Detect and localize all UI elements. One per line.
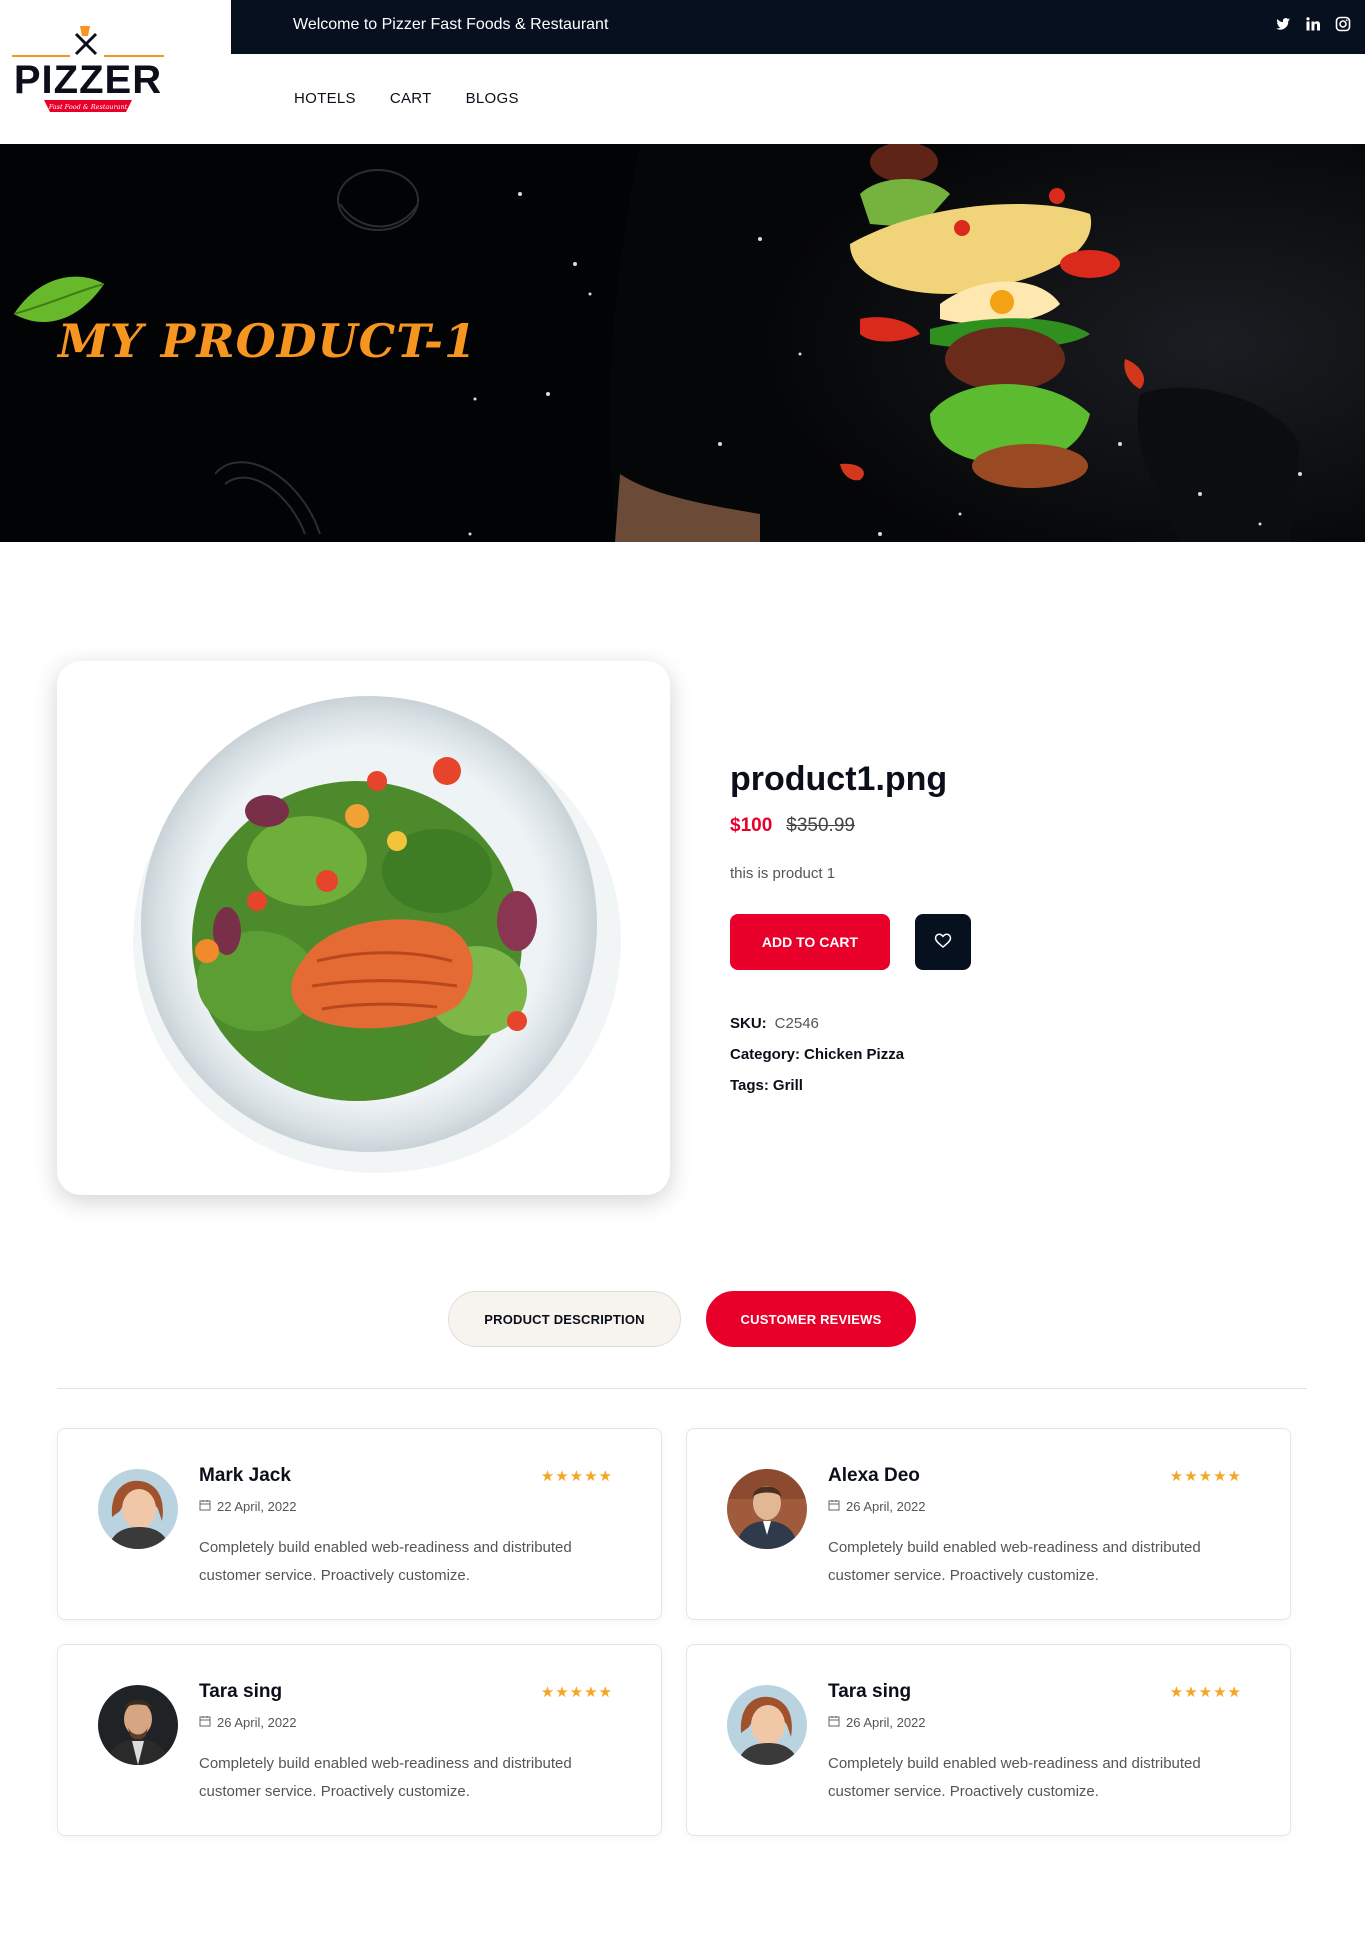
sku-label: SKU: [730,1015,767,1032]
review-date: 26 April, 2022 [199,1715,297,1730]
tags-row: Tags: Grill [730,1070,1290,1101]
site-header: PIZZER Fast Food & Restaurant Welcome to… [0,0,1365,144]
section-divider [57,1388,1307,1389]
avatar [98,1469,178,1549]
avatar [727,1685,807,1765]
review-card: Mark Jack ★★★★★ 22 April, 2022 Completel… [57,1428,662,1620]
heart-icon [934,932,952,953]
tag-link[interactable]: Grill [773,1077,803,1094]
rating-stars: ★★★★★ [1169,1468,1242,1485]
linkedin-icon[interactable] [1305,16,1321,32]
review-date: 22 April, 2022 [199,1499,297,1514]
product-meta: SKU: C2546 Category: Chicken Pizza Tags: Gr… [730,1008,1290,1101]
review-text: Completely build enabled web-readiness a… [199,1539,572,1584]
review-text: Completely build enabled web-readiness a… [199,1755,572,1800]
calendar-icon [828,1499,840,1514]
product-actions: ADD TO CART [730,914,1290,970]
calendar-icon [828,1715,840,1730]
social-links [1275,16,1351,32]
sku-value: C2546 [774,1015,819,1032]
calendar-icon [199,1715,211,1730]
review-card: Alexa Deo ★★★★★ 26 April, 2022 Completel… [686,1428,1291,1620]
price-row: $100 $350.99 [730,815,1290,837]
review-date: 26 April, 2022 [828,1715,926,1730]
reviewer-name: Mark Jack [199,1465,291,1486]
brand-logo[interactable]: PIZZER Fast Food & Restaurant [8,20,168,120]
welcome-text: Welcome to Pizzer Fast Foods & Restauran… [293,16,609,33]
tab-product-description[interactable]: PRODUCT DESCRIPTION [448,1291,681,1347]
tags-label: Tags: [730,1077,769,1094]
current-price: $100 [730,815,773,836]
avatar [98,1685,178,1765]
page-title: MY PRODUCT-1 [58,314,477,368]
product-image [57,661,670,1195]
reviewer-name: Tara sing [828,1681,912,1702]
reviewer-name: Alexa Deo [828,1465,920,1486]
nav-item-hotels[interactable]: HOTELS [294,90,356,107]
reviewer-name: Tara sing [199,1681,283,1702]
main-nav: HOTELS CART BLOGS [294,90,519,107]
top-bar: Welcome to Pizzer Fast Foods & Restauran… [231,0,1365,54]
product-info: product1.png $100 $350.99 this is produc… [730,760,1290,1101]
add-to-cart-button[interactable]: ADD TO CART [730,914,890,970]
reviews-grid: Mark Jack ★★★★★ 22 April, 2022 Completel… [57,1428,1292,1836]
hero-banner: MY PRODUCT-1 [0,144,1365,542]
avatar [727,1469,807,1549]
product-short-description: this is product 1 [730,865,836,882]
svg-text:Fast Food & Restaurant: Fast Food & Restaurant [48,103,128,111]
review-date-text: 26 April, 2022 [217,1715,297,1730]
svg-text:PIZZER: PIZZER [14,58,162,102]
category-link[interactable]: Chicken Pizza [804,1046,904,1063]
rating-stars: ★★★★★ [540,1468,613,1485]
salad-plate-image [133,696,621,1173]
tab-customer-reviews[interactable]: CUSTOMER REVIEWS [706,1291,916,1347]
category-row: Category: Chicken Pizza [730,1039,1290,1070]
wishlist-button[interactable] [915,914,971,970]
product-name: product1.png [730,760,948,798]
calendar-icon [199,1499,211,1514]
instagram-icon[interactable] [1335,16,1351,32]
product-tabs: PRODUCT DESCRIPTION CUSTOMER REVIEWS [448,1291,916,1347]
category-label: Category: [730,1046,801,1063]
review-date-text: 26 April, 2022 [846,1499,926,1514]
rating-stars: ★★★★★ [540,1684,613,1701]
review-card: Tara sing ★★★★★ 26 April, 2022 Completel… [686,1644,1291,1836]
sku-row: SKU: C2546 [730,1008,1290,1039]
review-card: Tara sing ★★★★★ 26 April, 2022 Completel… [57,1644,662,1836]
review-date-text: 22 April, 2022 [217,1499,297,1514]
old-price: $350.99 [786,815,855,836]
review-date-text: 26 April, 2022 [846,1715,926,1730]
review-text: Completely build enabled web-readiness a… [828,1755,1201,1800]
review-date: 26 April, 2022 [828,1499,926,1514]
twitter-icon[interactable] [1275,16,1291,32]
nav-item-blogs[interactable]: BLOGS [466,90,519,107]
review-text: Completely build enabled web-readiness a… [828,1539,1201,1584]
nav-item-cart[interactable]: CART [390,90,432,107]
pizzer-logo: PIZZER Fast Food & Restaurant [12,26,164,112]
rating-stars: ★★★★★ [1169,1684,1242,1701]
